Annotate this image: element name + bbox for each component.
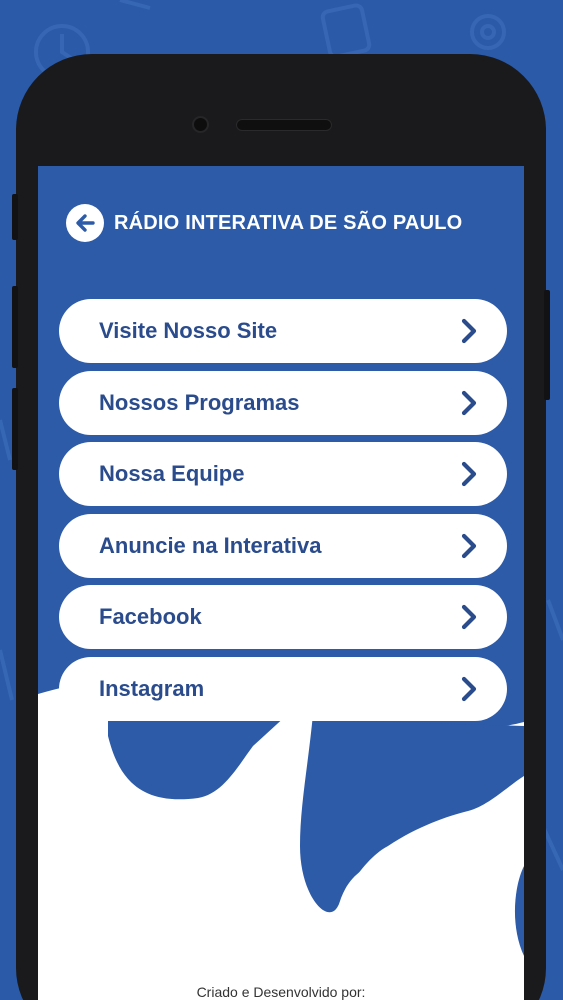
app-header: RÁDIO INTERATIVA DE SÃO PAULO	[66, 204, 462, 242]
front-camera	[192, 116, 209, 133]
phone-side-button	[12, 194, 18, 240]
splash-background	[38, 678, 524, 1000]
credits-text: Criado e Desenvolvido por:	[196, 984, 366, 1000]
menu-item-label: Nossa Equipe	[99, 461, 245, 486]
menu-item-visite-nosso-site[interactable]: Visite Nosso Site	[59, 299, 507, 363]
chevron-right-icon	[461, 676, 477, 702]
app-title: RÁDIO INTERATIVA DE SÃO PAULO	[114, 211, 463, 234]
menu-item-instagram[interactable]: Instagram	[59, 657, 507, 721]
arrow-left-icon	[76, 214, 95, 232]
chevron-right-icon	[461, 461, 477, 487]
menu-item-anuncie-na-interativa[interactable]: Anuncie na Interativa	[59, 514, 507, 578]
phone-frame: RÁDIO INTERATIVA DE SÃO PAULO Visite Nos…	[12, 54, 550, 1000]
back-button[interactable]	[66, 204, 104, 242]
menu-item-label: Anuncie na Interativa	[99, 533, 322, 558]
menu-item-label: Nossos Programas	[99, 390, 300, 415]
phone-power-button	[544, 290, 550, 400]
menu-item-label: Facebook	[99, 604, 202, 629]
chevron-right-icon	[461, 604, 477, 630]
phone-volume-up	[12, 286, 18, 368]
menu-item-label: Instagram	[99, 676, 205, 701]
menu-item-nossa-equipe[interactable]: Nossa Equipe	[59, 442, 507, 506]
chevron-right-icon	[461, 390, 477, 416]
app-screen: RÁDIO INTERATIVA DE SÃO PAULO Visite Nos…	[38, 166, 524, 1000]
menu-item-label: Visite Nosso Site	[99, 318, 278, 343]
menu-item-nossos-programas[interactable]: Nossos Programas	[59, 371, 507, 435]
chevron-right-icon	[461, 533, 477, 559]
phone-top-bezel	[16, 54, 546, 166]
menu-item-facebook[interactable]: Facebook	[59, 585, 507, 649]
credits-footer: Criado e Desenvolvido por: hoost	[38, 984, 524, 1000]
chevron-right-icon	[461, 318, 477, 344]
earpiece-speaker	[236, 119, 332, 131]
phone-volume-down	[12, 388, 18, 470]
